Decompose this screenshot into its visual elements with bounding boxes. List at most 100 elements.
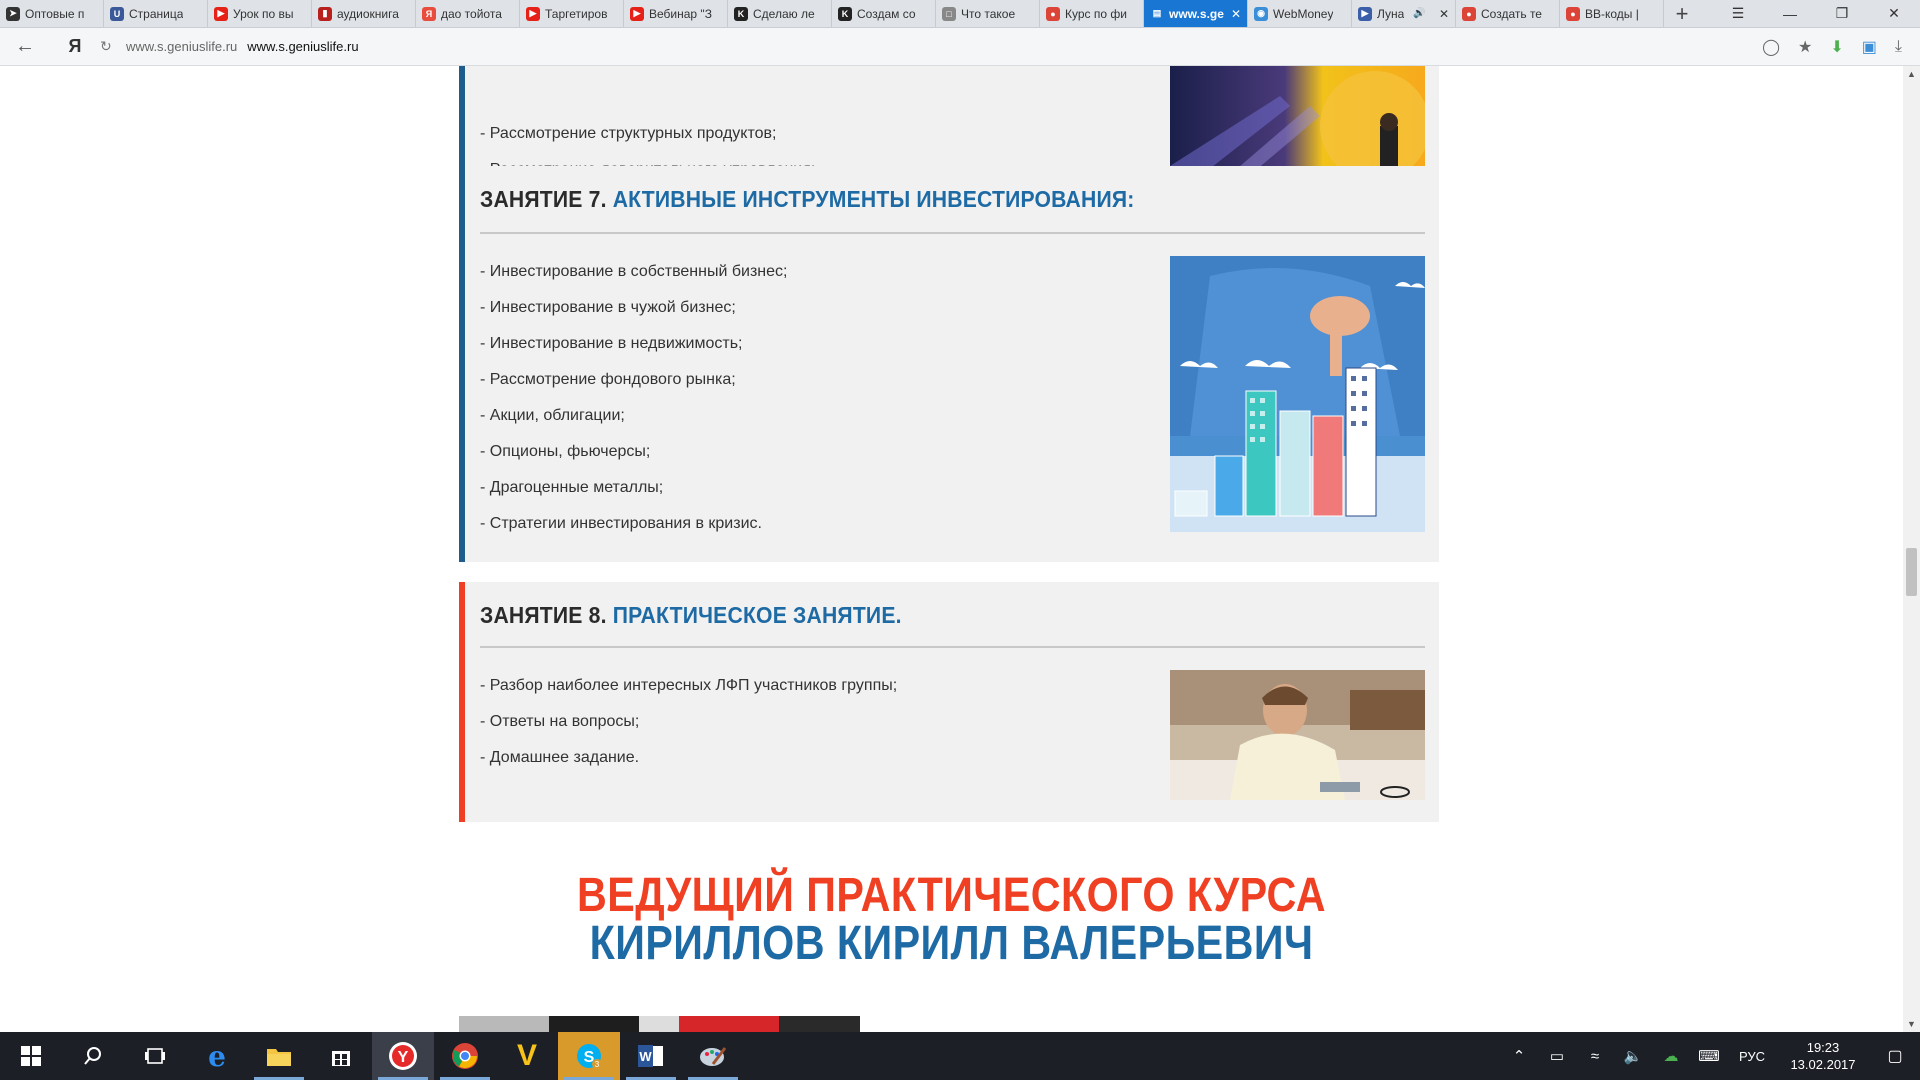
vivaldi-icon[interactable]: V bbox=[496, 1032, 558, 1080]
browser-tab-title: Урок по вы bbox=[233, 6, 294, 21]
downloads-icon[interactable]: ⤓ bbox=[1895, 38, 1902, 56]
browser-tab-title: Курс по фи bbox=[1065, 6, 1127, 21]
lesson-7-items: - Инвестирование в собственный бизнес; -… bbox=[480, 254, 787, 542]
browser-tab-title: Страница bbox=[129, 6, 184, 21]
reload-icon[interactable]: ↻ bbox=[100, 38, 116, 55]
chevron-up-icon[interactable]: ⌃ bbox=[1500, 1047, 1538, 1065]
globe-icon: ◉ bbox=[1254, 6, 1268, 21]
browser-tab[interactable]: K Создам со bbox=[832, 0, 936, 27]
svg-text:3: 3 bbox=[595, 1060, 600, 1069]
divider bbox=[480, 646, 1425, 648]
download-arrow-icon[interactable]: ⬇ bbox=[1830, 37, 1843, 57]
document-icon: ▤ bbox=[1152, 8, 1162, 18]
minimize-icon[interactable]: — bbox=[1764, 0, 1816, 27]
list-item: - Драгоценные металлы; bbox=[480, 479, 664, 496]
scroll-up-arrow-icon[interactable]: ▲ bbox=[1903, 66, 1920, 82]
browser-tab[interactable]: ◉ WebMoney bbox=[1248, 0, 1352, 27]
close-icon[interactable]: ✕ bbox=[1231, 7, 1241, 21]
menu-icon[interactable]: ☰ bbox=[1712, 0, 1764, 27]
close-icon[interactable]: ✕ bbox=[1439, 7, 1449, 21]
system-tray: ⌃ ▭ ≈ 🔈 ☁ ⌨ РУС 19:23 13.02.2017 ▢ bbox=[1500, 1032, 1920, 1080]
yandex-logo-icon[interactable]: Я bbox=[50, 36, 100, 57]
browser-tab[interactable]: ● Создать те bbox=[1456, 0, 1560, 27]
browser-tab[interactable]: Ядао тойота bbox=[416, 0, 520, 27]
arrow-icon: ➤ bbox=[6, 6, 20, 21]
store-icon[interactable] bbox=[310, 1032, 372, 1080]
search-icon[interactable] bbox=[62, 1032, 124, 1080]
browser-tab[interactable]: ▶ Урок по вы bbox=[208, 0, 312, 27]
back-arrow-icon[interactable]: ← bbox=[0, 35, 50, 58]
list-item: - Инвестирование в собственный бизнес; bbox=[480, 263, 788, 280]
lesson-name: АКТИВНЫЕ ИНСТРУМЕНТЫ ИНВЕСТИРОВАНИЯ: bbox=[612, 186, 1135, 212]
page-scrollbar[interactable]: ▲ ▼ bbox=[1903, 66, 1920, 1032]
browser-tab[interactable]: ▶ Таргетиров bbox=[520, 0, 624, 27]
yandex-icon: Я bbox=[422, 6, 436, 21]
keyboard-icon[interactable]: ⌨ bbox=[1690, 1047, 1728, 1065]
protect-icon[interactable]: ◯ bbox=[1762, 37, 1780, 57]
host-heading-name: КИРИЛЛОВ КИРИЛЛ ВАЛЕРЬЕВИЧ bbox=[589, 917, 1314, 970]
close-window-icon[interactable]: ✕ bbox=[1868, 0, 1920, 27]
browser-tab[interactable]: □ Что такое bbox=[936, 0, 1040, 27]
youtube-icon: ▶ bbox=[526, 6, 540, 21]
restore-icon[interactable]: ❐ bbox=[1816, 0, 1868, 27]
picture-icon[interactable]: ▣ bbox=[1862, 37, 1877, 57]
speaker-icon[interactable]: 🔈 bbox=[1614, 1047, 1652, 1065]
browser-tab-title: Таргетиров bbox=[545, 6, 608, 21]
k-icon: K bbox=[838, 6, 852, 21]
browser-tab-title: Сделаю ле bbox=[753, 6, 815, 21]
browser-tab[interactable]: K Сделаю ле bbox=[728, 0, 832, 27]
yandex-browser-icon[interactable]: Y bbox=[372, 1032, 434, 1080]
input-language[interactable]: РУС bbox=[1728, 1049, 1776, 1064]
browser-tab[interactable]: ▶ Вебинар "З bbox=[624, 0, 728, 27]
bookmark-star-icon[interactable]: ★ bbox=[1798, 37, 1812, 57]
browser-tab-title: Что такое bbox=[961, 6, 1016, 21]
cloud-sync-icon[interactable]: ☁ bbox=[1652, 1047, 1690, 1065]
browser-tab[interactable]: ▤ www.s.ge ✕ bbox=[1144, 0, 1248, 27]
browser-tab[interactable]: ● BB-коды | bbox=[1560, 0, 1664, 27]
lesson-7-card: ЗАНЯТИЕ 7. АКТИВНЫЕ ИНСТРУМЕНТЫ ИНВЕСТИР… bbox=[459, 166, 1439, 562]
list-item: - Стратегии инвестирования в кризис. bbox=[480, 515, 762, 532]
browser-tab-title: WebMoney bbox=[1273, 6, 1334, 21]
tab-audio-icon[interactable]: 🔊 bbox=[1413, 8, 1425, 19]
file-explorer-icon[interactable] bbox=[248, 1032, 310, 1080]
windows-start-icon[interactable] bbox=[0, 1032, 62, 1080]
list-item: - Инвестирование в недвижимость; bbox=[480, 335, 743, 352]
skype-icon[interactable]: S3 bbox=[558, 1032, 620, 1080]
browser-tab-bar: ➤ Оптовые п U Страница ▶ Урок по вы ▮ аудиокниг… bbox=[0, 0, 1920, 28]
youtube-icon: ▶ bbox=[214, 6, 228, 21]
list-item: - Опционы, фьючерсы; bbox=[480, 443, 651, 460]
host-heading-title: ВЕДУЩИЙ ПРАКТИЧЕСКОГО КУРСА bbox=[576, 869, 1327, 922]
wifi-icon[interactable]: ≈ bbox=[1576, 1048, 1614, 1065]
browser-address-bar: ← Я ↻ www.s.geniuslife.ru www.s.geniusli… bbox=[0, 28, 1920, 66]
youtube-icon: ▶ bbox=[630, 6, 644, 21]
browser-tab-title: дао тойота bbox=[441, 6, 502, 21]
notifications-icon[interactable]: ▢ bbox=[1870, 1046, 1920, 1066]
svg-text:Y: Y bbox=[398, 1049, 409, 1066]
new-tab-plus-icon[interactable]: + bbox=[1664, 0, 1700, 27]
lesson-8-photo-man-calculating bbox=[1170, 670, 1425, 800]
battery-icon[interactable]: ▭ bbox=[1538, 1047, 1576, 1065]
lesson-8-title: ЗАНЯТИЕ 8. ПРАКТИЧЕСКОЕ ЗАНЯТИЕ. bbox=[480, 602, 902, 629]
chrome-icon[interactable] bbox=[434, 1032, 496, 1080]
browser-tab[interactable]: U Страница bbox=[104, 0, 208, 27]
url-field[interactable]: ↻ www.s.geniuslife.ru www.s.geniuslife.r… bbox=[100, 32, 1762, 62]
browser-tab[interactable]: ➤ Оптовые п bbox=[0, 0, 104, 27]
browser-tab-title: Оптовые п bbox=[25, 6, 85, 21]
url-host: www.s.geniuslife.ru bbox=[126, 39, 238, 54]
browser-tab-title: BB-коды | bbox=[1585, 6, 1639, 21]
browser-tab-title: Создать те bbox=[1481, 6, 1542, 21]
word-icon[interactable]: W bbox=[620, 1032, 682, 1080]
lesson-number: ЗАНЯТИЕ 8. bbox=[480, 602, 607, 628]
browser-tab[interactable]: ▮ аудиокнига bbox=[312, 0, 416, 27]
list-item: - Разбор наиболее интересных ЛФП участни… bbox=[480, 677, 898, 694]
paint-icon[interactable] bbox=[682, 1032, 744, 1080]
clock[interactable]: 19:23 13.02.2017 bbox=[1776, 1039, 1870, 1073]
browser-tab[interactable]: ▶ Луна 🔊 ✕ bbox=[1352, 0, 1456, 27]
edge-icon[interactable]: e bbox=[186, 1032, 248, 1080]
scroll-down-arrow-icon[interactable]: ▼ bbox=[1903, 1016, 1920, 1032]
list-item: - Акции, облигации; bbox=[480, 407, 625, 424]
browser-tab-title: Создам со bbox=[857, 6, 916, 21]
scroll-thumb[interactable] bbox=[1906, 548, 1917, 596]
browser-tab[interactable]: ● Курс по фи bbox=[1040, 0, 1144, 27]
task-view-icon[interactable] bbox=[124, 1032, 186, 1080]
